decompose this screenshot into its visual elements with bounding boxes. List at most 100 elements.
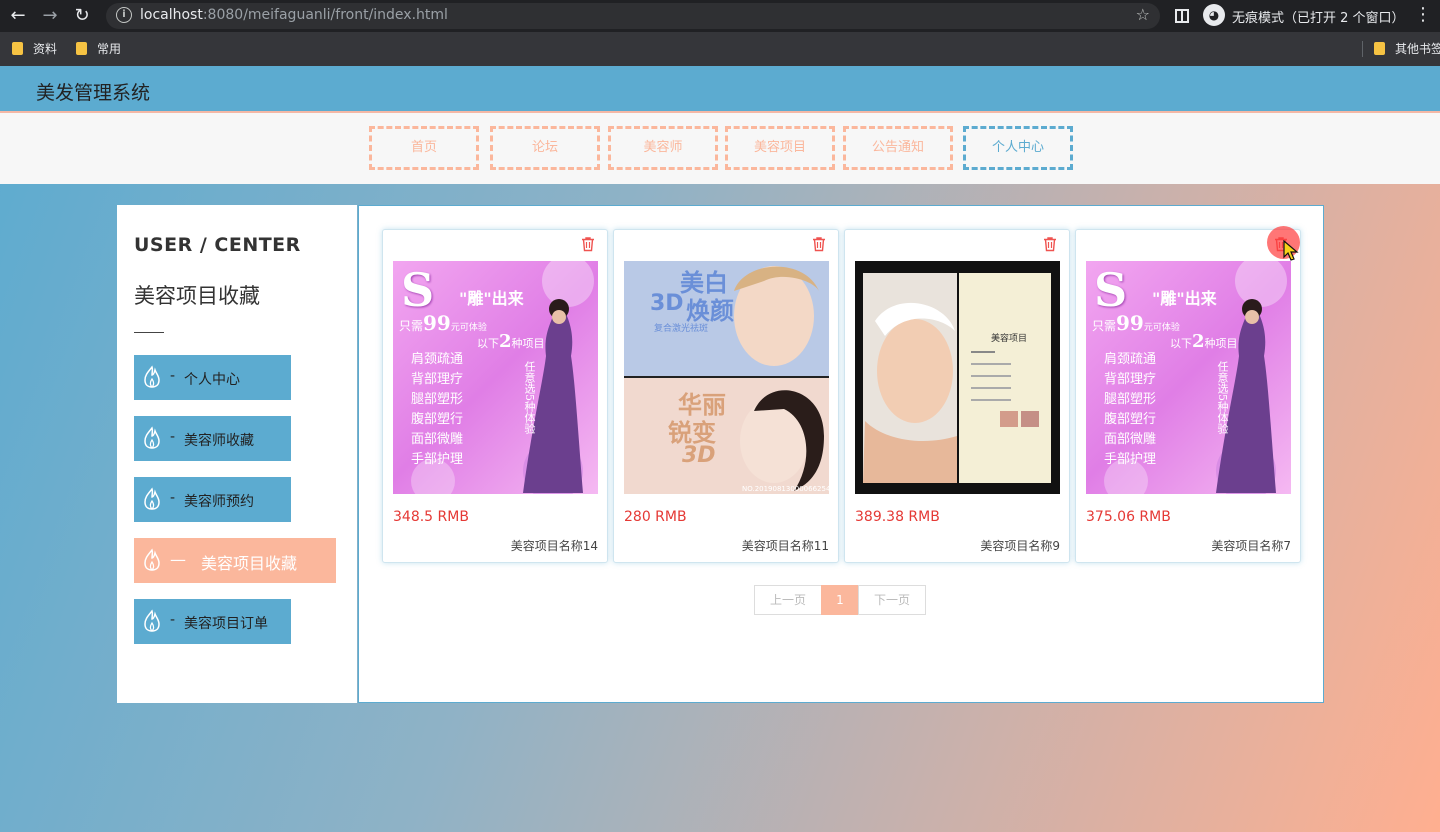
sidebar-heading: USER / CENTER xyxy=(134,234,301,256)
nav-forum[interactable]: 论坛 xyxy=(490,126,600,170)
flame-icon xyxy=(144,426,160,449)
poster-headline: "雕"出来 xyxy=(1152,289,1217,308)
nav-home[interactable]: 首页 xyxy=(369,126,479,170)
section-title: 美容项目收藏 xyxy=(134,284,260,308)
favorite-card[interactable]: 美容项目 389.38 RMB 美容项目名称9 xyxy=(844,229,1070,563)
favorite-card[interactable]: S "雕"出来 只需99元可体验 以下2种项目 肩颈疏通 背部理疗 腿部塑形 腹部塑行… xyxy=(1075,229,1301,563)
site-title[interactable]: 美发管理系统 xyxy=(36,78,150,105)
poster-count: 以下2种项目 xyxy=(477,331,545,352)
poster-headline: "雕"出来 xyxy=(459,289,524,308)
bookmarks-divider xyxy=(1362,41,1363,57)
item-dash: - xyxy=(170,612,176,628)
incognito-icon[interactable]: ◕ xyxy=(1203,4,1225,26)
url-text[interactable]: localhost:8080/meifaguanli/front/index.h… xyxy=(140,7,448,23)
price: 280 RMB xyxy=(624,509,687,525)
nav-beauty-projects[interactable]: 美容项目 xyxy=(725,126,835,170)
poster-subtitle: 复合激光祛斑 xyxy=(654,324,709,334)
flame-icon xyxy=(144,609,160,632)
folder-icon xyxy=(12,42,23,55)
main-nav: 首页 论坛 美容师 美容项目 公告通知 个人中心 xyxy=(0,113,1440,184)
reload-icon[interactable]: ↻ xyxy=(70,4,94,28)
item-dash: - xyxy=(170,490,176,506)
price: 348.5 RMB xyxy=(393,509,469,525)
favorite-card[interactable]: S "雕"出来 只需99元可体验 以下2种项目 肩颈疏通 背部理疗 腿部塑形 腹部塑行… xyxy=(382,229,608,563)
poster-3d-label: 3D xyxy=(650,291,684,316)
incognito-label[interactable]: 无痕模式（已打开 2 个窗口） xyxy=(1232,7,1405,26)
flame-icon xyxy=(144,487,160,510)
trash-icon[interactable] xyxy=(580,236,596,252)
poster-image: 美容项目 xyxy=(855,261,1060,494)
sidebar-item-label: 美容师收藏 xyxy=(184,433,254,449)
nav-user-center[interactable]: 个人中心 xyxy=(963,126,1073,170)
sidebar-item-user-center[interactable]: - 个人中心 xyxy=(134,355,291,400)
poster-3d-label-2: 3D xyxy=(682,443,716,468)
poster-offer: 只需99元可体验 xyxy=(1092,311,1180,335)
item-dash: - xyxy=(170,368,176,384)
project-image[interactable]: S "雕"出来 只需99元可体验 以下2种项目 肩颈疏通 背部理疗 腿部塑形 腹部塑行… xyxy=(393,261,598,494)
prev-page-button[interactable]: 上一页 xyxy=(754,585,822,615)
sidebar-item-label: 美容师预约 xyxy=(184,494,254,510)
folder-icon xyxy=(76,42,87,55)
bookmarks-bar: 资料 常用 其他书签 xyxy=(0,32,1440,66)
next-page-button[interactable]: 下一页 xyxy=(858,585,926,615)
sidebar-item-project-orders[interactable]: - 美容项目订单 xyxy=(134,599,291,644)
flame-icon xyxy=(144,548,160,571)
trash-icon[interactable] xyxy=(811,236,827,252)
bookmark-folder-other[interactable]: 其他书签 xyxy=(1374,40,1440,57)
sidebar-item-beautician-booking[interactable]: - 美容师预约 xyxy=(134,477,291,522)
project-name[interactable]: 美容项目名称7 xyxy=(1211,537,1291,554)
poster-logo: S xyxy=(401,263,435,317)
sidebar-item-label: 美容项目订单 xyxy=(184,616,268,632)
trash-icon[interactable] xyxy=(1042,236,1058,252)
poster-image: 美白 3D 焕颜 复合激光祛斑 华丽 锐变 3D NO.201908130000… xyxy=(624,261,829,494)
project-image[interactable]: S "雕"出来 只需99元可体验 以下2种项目 肩颈疏通 背部理疗 腿部塑形 腹部塑行… xyxy=(1086,261,1291,494)
poster-logo: S xyxy=(1094,263,1128,317)
user-center-sidebar: USER / CENTER 美容项目收藏 - 个人中心 - 美容师收藏 - 美容… xyxy=(117,205,357,703)
sidebar-item-project-favorites[interactable]: — 美容项目收藏 xyxy=(134,538,336,583)
favorite-card[interactable]: 美白 3D 焕颜 复合激光祛斑 华丽 锐变 3D NO.201908130000… xyxy=(613,229,839,563)
project-name[interactable]: 美容项目名称11 xyxy=(742,537,829,554)
browser-menu-icon[interactable]: ⋮ xyxy=(1414,4,1432,25)
poster-menu-title: 美容项目 xyxy=(991,334,1028,344)
site-info-icon[interactable]: i xyxy=(116,7,132,23)
poster-footer: NO.20190813000066254 xyxy=(742,485,829,493)
price: 389.38 RMB xyxy=(855,509,940,525)
poster-side-text: 任意选5种体验 xyxy=(1216,361,1229,434)
bookmark-folder-ziliao[interactable]: 资料 xyxy=(12,40,57,57)
poster-list: 肩颈疏通 背部理疗 腿部塑形 腹部塑行 面部微雕 手部护理 xyxy=(1104,352,1157,467)
side-panel-icon[interactable] xyxy=(1175,9,1189,23)
flame-icon xyxy=(144,365,160,388)
item-dash: — xyxy=(170,550,186,569)
divider xyxy=(134,332,164,333)
bookmark-folder-changyong[interactable]: 常用 xyxy=(76,40,121,57)
poster-offer: 只需99元可体验 xyxy=(399,311,487,335)
nav-beauticians[interactable]: 美容师 xyxy=(608,126,718,170)
project-name[interactable]: 美容项目名称14 xyxy=(511,537,598,554)
page-1-button[interactable]: 1 xyxy=(821,585,859,615)
mouse-cursor-icon xyxy=(1283,240,1299,261)
favorites-content: S "雕"出来 只需99元可体验 以下2种项目 肩颈疏通 背部理疗 腿部塑形 腹部塑行… xyxy=(358,205,1324,703)
sidebar-item-label: 美容项目收藏 xyxy=(201,554,298,573)
project-image[interactable]: 美容项目 xyxy=(855,261,1060,494)
browser-toolbar: ← → ↻ i localhost:8080/meifaguanli/front… xyxy=(0,0,1440,32)
address-bar[interactable]: i localhost:8080/meifaguanli/front/index… xyxy=(106,3,1160,29)
site-header: 美发管理系统 xyxy=(0,66,1440,113)
sidebar-item-label: 个人中心 xyxy=(184,372,240,388)
bookmark-star-icon[interactable]: ☆ xyxy=(1136,5,1150,24)
project-image[interactable]: 美白 3D 焕颜 复合激光祛斑 华丽 锐变 3D NO.201908130000… xyxy=(624,261,829,494)
poster-list: 肩颈疏通 背部理疗 腿部塑形 腹部塑行 面部微雕 手部护理 xyxy=(411,352,464,467)
poster-count: 以下2种项目 xyxy=(1170,331,1238,352)
back-icon[interactable]: ← xyxy=(6,4,30,28)
nav-announcements[interactable]: 公告通知 xyxy=(843,126,953,170)
sidebar-item-beautician-favorites[interactable]: - 美容师收藏 xyxy=(134,416,291,461)
poster-image: S "雕"出来 只需99元可体验 以下2种项目 肩颈疏通 背部理疗 腿部塑形 腹部塑行… xyxy=(1086,261,1291,494)
poster-image: S "雕"出来 只需99元可体验 以下2种项目 肩颈疏通 背部理疗 腿部塑形 腹部塑行… xyxy=(393,261,598,494)
project-name[interactable]: 美容项目名称9 xyxy=(980,537,1060,554)
poster-side-text: 任意选5种体验 xyxy=(523,361,536,434)
folder-icon xyxy=(1374,42,1385,55)
page: 美发管理系统 首页 论坛 美容师 美容项目 公告通知 个人中心 USER / C… xyxy=(0,66,1440,832)
item-dash: - xyxy=(170,429,176,445)
forward-icon[interactable]: → xyxy=(38,4,62,28)
poster-decoration xyxy=(863,273,1051,483)
price: 375.06 RMB xyxy=(1086,509,1171,525)
